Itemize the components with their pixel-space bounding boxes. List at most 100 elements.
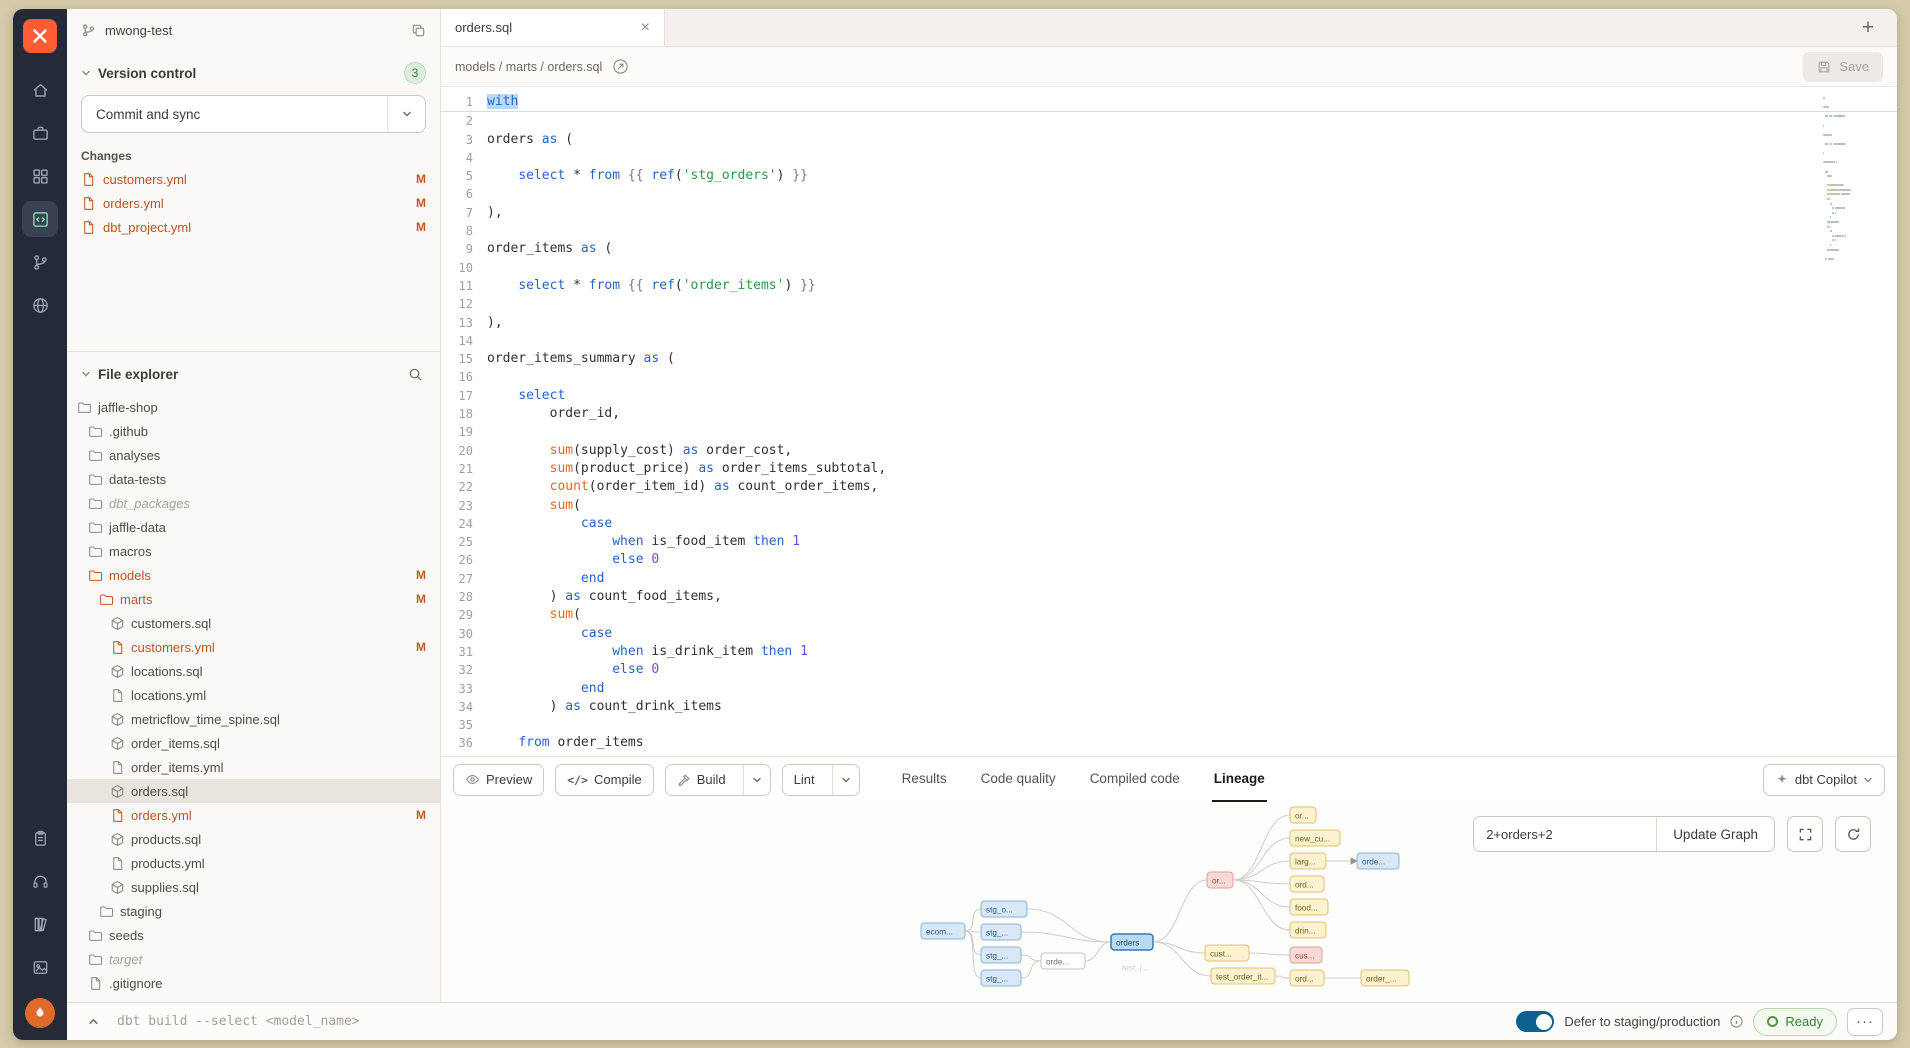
version-control-header[interactable]: Version control 3 (67, 51, 440, 91)
tree-item[interactable]: dbt_packages (67, 491, 440, 515)
lineage-selector-input[interactable] (1474, 817, 1656, 851)
code-line[interactable]: 11 select * from {{ ref('order_items') }… (441, 277, 1897, 295)
tree-item[interactable]: products.sql (67, 827, 440, 851)
code-line[interactable]: 33 end (441, 680, 1897, 698)
code-line[interactable]: 1with (441, 93, 1897, 112)
tree-item[interactable]: .gitignore (67, 971, 440, 995)
code-line[interactable]: 23 sum( (441, 497, 1897, 515)
code-line[interactable]: 19 (441, 423, 1897, 441)
dbt-copilot-button[interactable]: dbt Copilot (1763, 764, 1885, 796)
changed-file[interactable]: customers.ymlM (67, 167, 440, 191)
build-button[interactable]: Build (665, 764, 771, 796)
lint-dropdown-caret[interactable] (832, 765, 859, 795)
command-input[interactable]: dbt build --select <model_name> (117, 1014, 360, 1029)
tree-item[interactable]: .github (67, 419, 440, 443)
grid-icon[interactable] (22, 158, 58, 194)
code-line[interactable]: 7), (441, 204, 1897, 222)
tree-item[interactable]: macros (67, 539, 440, 563)
code-line[interactable]: 18 order_id, (441, 405, 1897, 423)
code-line[interactable]: 25 when is_food_item then 1 (441, 533, 1897, 551)
code-line[interactable]: 2 (441, 112, 1897, 130)
code-line[interactable]: 29 sum( (441, 606, 1897, 624)
editor-minimap[interactable] (1823, 97, 1881, 267)
dbt-logo[interactable] (23, 19, 57, 53)
changed-file[interactable]: orders.ymlM (67, 191, 440, 215)
tab-orders-sql[interactable]: orders.sql × (441, 9, 665, 46)
build-dropdown-caret[interactable] (743, 765, 770, 795)
defer-toggle[interactable] (1516, 1011, 1554, 1032)
code-line[interactable]: 15order_items_summary as ( (441, 350, 1897, 368)
branch-icon[interactable] (22, 244, 58, 280)
tree-item[interactable]: modelsM (67, 563, 440, 587)
code-editor[interactable]: 1with23orders as (45 select * from {{ re… (441, 87, 1897, 756)
compile-button[interactable]: </> Compile (555, 764, 653, 796)
commit-dropdown-caret[interactable] (387, 96, 425, 132)
tree-item[interactable]: order_items.yml (67, 755, 440, 779)
code-line[interactable]: 31 when is_drink_item then 1 (441, 643, 1897, 661)
fullscreen-icon[interactable] (1787, 816, 1823, 852)
expand-command-bar-icon[interactable] (81, 1010, 105, 1034)
tab-results[interactable]: Results (900, 757, 949, 802)
code-line[interactable]: 20 sum(supply_cost) as order_cost, (441, 442, 1897, 460)
update-graph-button[interactable]: Update Graph (1656, 817, 1774, 851)
tree-item[interactable]: supplies.sql (67, 875, 440, 899)
refresh-icon[interactable] (1835, 816, 1871, 852)
code-line[interactable]: 9order_items as ( (441, 240, 1897, 258)
code-line[interactable]: 21 sum(product_price) as order_items_sub… (441, 460, 1897, 478)
info-icon[interactable] (1730, 1015, 1743, 1028)
tree-item[interactable]: seeds (67, 923, 440, 947)
tree-item[interactable]: orders.sql (67, 779, 440, 803)
ide-icon[interactable] (22, 201, 58, 237)
code-line[interactable]: 6 (441, 185, 1897, 203)
changed-file[interactable]: dbt_project.ymlM (67, 215, 440, 239)
code-line[interactable]: 3orders as ( (441, 131, 1897, 149)
tab-code-quality[interactable]: Code quality (979, 757, 1058, 802)
code-line[interactable]: 16 (441, 368, 1897, 386)
more-options-button[interactable]: ··· (1847, 1008, 1883, 1036)
code-line[interactable]: 4 (441, 149, 1897, 167)
user-avatar[interactable] (25, 998, 55, 1028)
code-line[interactable]: 22 count(order_item_id) as count_order_i… (441, 478, 1897, 496)
lint-button[interactable]: Lint (782, 764, 860, 796)
code-line[interactable]: 34 ) as count_drink_items (441, 698, 1897, 716)
code-line[interactable]: 13), (441, 314, 1897, 332)
tab-lineage[interactable]: Lineage (1212, 757, 1267, 802)
code-line[interactable]: 10 (441, 259, 1897, 277)
code-line[interactable]: 30 case (441, 625, 1897, 643)
tree-item[interactable]: locations.sql (67, 659, 440, 683)
save-button[interactable]: Save (1803, 52, 1883, 82)
code-line[interactable]: 8 (441, 222, 1897, 240)
tree-item[interactable]: analyses (67, 443, 440, 467)
copy-icon[interactable] (411, 23, 426, 38)
open-docs-icon[interactable] (612, 58, 629, 75)
code-line[interactable]: 35 (441, 716, 1897, 734)
commit-and-sync-button[interactable]: Commit and sync (81, 95, 426, 133)
preview-button[interactable]: Preview (453, 764, 544, 796)
search-icon[interactable] (404, 363, 426, 385)
tab-compiled-code[interactable]: Compiled code (1088, 757, 1182, 802)
code-line[interactable]: 17 select (441, 387, 1897, 405)
tree-item[interactable]: jaffle-shop (67, 395, 440, 419)
code-line[interactable]: 32 else 0 (441, 661, 1897, 679)
tree-item[interactable]: martsM (67, 587, 440, 611)
code-line[interactable]: 14 (441, 332, 1897, 350)
tree-item[interactable]: order_items.sql (67, 731, 440, 755)
tree-item[interactable]: staging (67, 899, 440, 923)
code-line[interactable]: 28 ) as count_food_items, (441, 588, 1897, 606)
file-explorer-header[interactable]: File explorer (67, 352, 440, 392)
code-line[interactable]: 5 select * from {{ ref('stg_orders') }} (441, 167, 1897, 185)
code-line[interactable]: 24 case (441, 515, 1897, 533)
globe-icon[interactable] (22, 287, 58, 323)
code-line[interactable]: 27 end (441, 570, 1897, 588)
image-panel-icon[interactable] (22, 949, 58, 985)
close-tab-icon[interactable]: × (641, 20, 650, 36)
headset-icon[interactable] (22, 863, 58, 899)
tree-item[interactable]: locations.yml (67, 683, 440, 707)
tree-item[interactable]: data-tests (67, 467, 440, 491)
home-icon[interactable] (22, 72, 58, 108)
tree-item[interactable]: products.yml (67, 851, 440, 875)
tree-item[interactable]: orders.ymlM (67, 803, 440, 827)
toolbox-icon[interactable] (22, 115, 58, 151)
tree-item[interactable]: metricflow_time_spine.sql (67, 707, 440, 731)
tree-item[interactable]: customers.ymlM (67, 635, 440, 659)
